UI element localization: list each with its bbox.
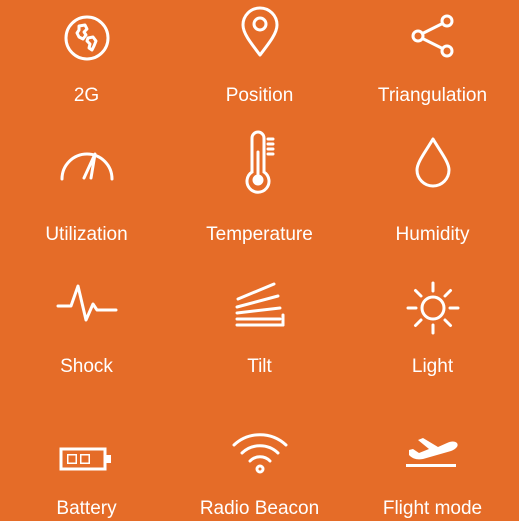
tile-flight-mode: Flight mode <box>346 401 519 521</box>
tile-utilization: Utilization <box>0 130 173 250</box>
tile-temperature: Temperature <box>173 130 346 250</box>
tile-label: Radio Beacon <box>199 498 320 519</box>
droplet-icon <box>414 136 452 188</box>
tile-2g: 2G <box>0 0 173 120</box>
tile-battery: Battery <box>0 401 173 521</box>
tile-label: Triangulation <box>377 85 488 106</box>
thermometer-icon <box>243 130 277 194</box>
airplane-takeoff-icon <box>403 431 463 471</box>
tile-label: Humidity <box>395 224 470 245</box>
location-pin-icon <box>240 6 280 58</box>
tile-label: Flight mode <box>382 498 483 519</box>
tile-radio-beacon: Radio Beacon <box>173 401 346 521</box>
sensor-feature-grid: 2G Position Triangulation Utilization Te… <box>0 0 519 521</box>
globe-icon <box>62 13 112 63</box>
tile-label: Position <box>225 85 294 106</box>
battery-icon <box>59 446 115 472</box>
tile-label: Battery <box>56 498 117 519</box>
tile-shock: Shock <box>0 270 173 390</box>
tilt-icon <box>234 280 286 328</box>
tile-label: Temperature <box>206 224 313 245</box>
tile-triangulation: Triangulation <box>346 0 519 120</box>
tile-label: 2G <box>73 85 100 106</box>
sun-icon <box>405 280 461 336</box>
share-nodes-icon <box>410 13 456 59</box>
gauge-icon <box>57 142 117 182</box>
tile-label: Utilization <box>45 224 128 245</box>
tile-tilt: Tilt <box>173 270 346 390</box>
tile-position: Position <box>173 0 346 120</box>
tile-label: Light <box>411 356 454 377</box>
tile-label: Tilt <box>247 356 272 377</box>
tile-humidity: Humidity <box>346 130 519 250</box>
pulse-icon <box>55 282 119 326</box>
tile-label: Shock <box>60 356 113 377</box>
wifi-icon <box>230 431 290 475</box>
tile-light: Light <box>346 270 519 390</box>
